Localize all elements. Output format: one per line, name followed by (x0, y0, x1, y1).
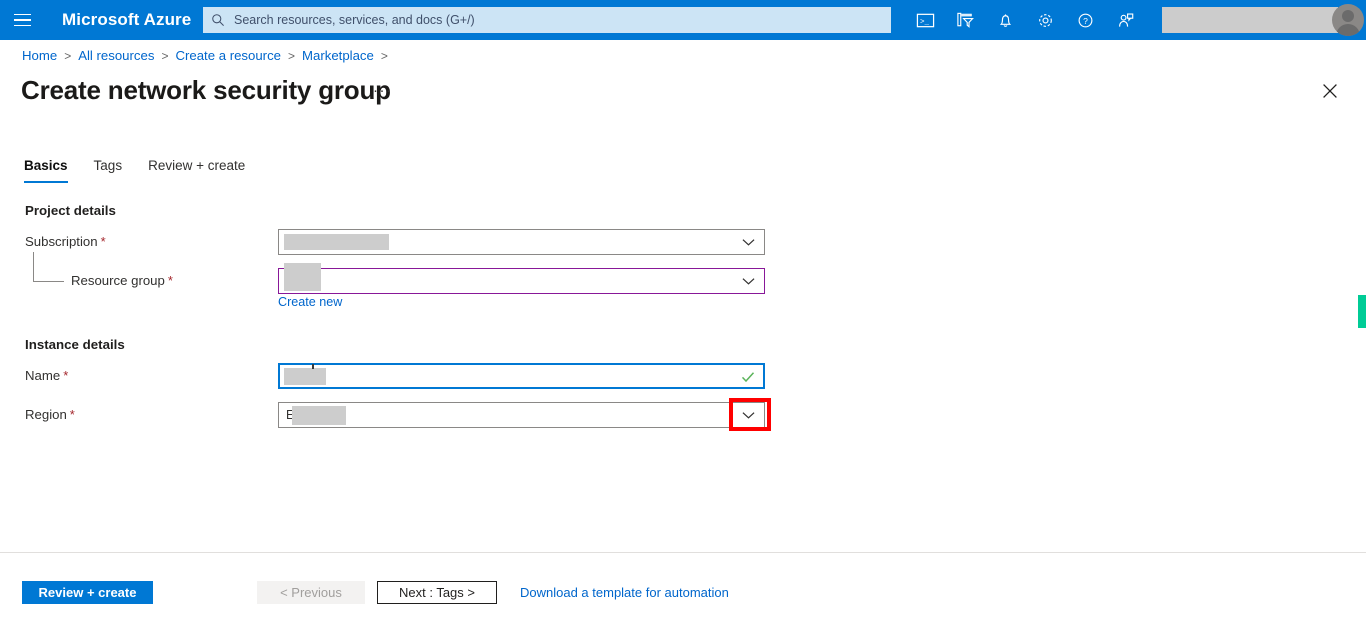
hamburger-icon[interactable] (0, 0, 44, 40)
more-actions-button[interactable]: ··· (373, 83, 393, 98)
name-input[interactable] (278, 363, 765, 389)
chevron-down-icon[interactable] (733, 403, 763, 427)
breadcrumb-item-create-a-resource[interactable]: Create a resource (175, 48, 281, 63)
project-details-header: Project details (25, 203, 116, 218)
global-search-box[interactable] (203, 7, 891, 33)
breadcrumb-separator: > (161, 48, 169, 63)
help-question-icon[interactable]: ? (1065, 0, 1105, 40)
directory-filter-icon[interactable] (945, 0, 985, 40)
right-edge-green-marker (1358, 295, 1366, 328)
svg-text:?: ? (1083, 15, 1088, 25)
name-text-cursor (312, 364, 314, 369)
brand-title[interactable]: Microsoft Azure (62, 10, 191, 30)
subscription-label-text: Subscription (25, 234, 98, 249)
subscription-dropdown[interactable] (278, 229, 765, 255)
top-navigation-bar: Microsoft Azure >_ (0, 0, 1366, 40)
notifications-bell-icon[interactable] (985, 0, 1025, 40)
create-new-resource-group-link[interactable]: Create new (278, 295, 342, 309)
required-marker: * (63, 368, 69, 383)
breadcrumb-separator-trailing: > (380, 48, 388, 63)
resource-group-label-text: Resource group (71, 273, 165, 288)
name-redaction (284, 368, 326, 385)
footer-divider (0, 552, 1366, 553)
page-title: Create network security group (21, 75, 391, 105)
review-create-button[interactable]: Review + create (22, 581, 153, 604)
required-marker: * (100, 234, 106, 249)
region-redaction (292, 406, 346, 425)
region-label-text: Region (25, 407, 67, 422)
top-bar-icon-group: >_ ? (905, 0, 1145, 40)
resource-group-label: Resource group * (71, 273, 173, 288)
next-tags-button[interactable]: Next : Tags > (377, 581, 497, 604)
download-template-link[interactable]: Download a template for automation (520, 585, 729, 600)
breadcrumb-separator: > (64, 48, 72, 63)
account-info-redacted (1162, 7, 1338, 33)
breadcrumb-item-all-resources[interactable]: All resources (78, 48, 154, 63)
chevron-down-icon[interactable] (733, 269, 763, 293)
settings-gear-icon[interactable] (1025, 0, 1065, 40)
required-marker: * (69, 407, 75, 422)
breadcrumb-item-marketplace[interactable]: Marketplace (302, 48, 374, 63)
previous-button[interactable]: < Previous (257, 581, 365, 604)
resource-group-dropdown[interactable] (278, 263, 765, 294)
svg-text:>_: >_ (919, 18, 929, 26)
chevron-down-icon[interactable] (733, 230, 763, 254)
search-input[interactable] (232, 9, 852, 31)
breadcrumb-separator: > (288, 48, 296, 63)
resource-group-tree-connector (33, 252, 64, 282)
name-label: Name * (25, 368, 68, 383)
subscription-label: Subscription * (25, 234, 106, 249)
cloud-shell-icon[interactable]: >_ (905, 0, 945, 40)
breadcrumb-item-home[interactable]: Home (22, 48, 57, 63)
required-marker: * (167, 273, 173, 288)
tab-basics[interactable]: Basics (24, 158, 68, 183)
breadcrumb: Home > All resources > Create a resource… (22, 48, 395, 63)
subscription-redaction (284, 234, 389, 250)
region-dropdown[interactable]: E (278, 402, 765, 428)
tab-tags[interactable]: Tags (94, 158, 123, 183)
name-label-text: Name (25, 368, 61, 383)
instance-details-header: Instance details (25, 337, 125, 352)
tab-review-create[interactable]: Review + create (148, 158, 245, 183)
resource-group-redaction (284, 263, 321, 291)
close-icon[interactable] (1316, 77, 1344, 105)
feedback-person-icon[interactable] (1105, 0, 1145, 40)
avatar[interactable] (1332, 4, 1364, 36)
search-icon (211, 13, 225, 27)
region-label: Region * (25, 407, 75, 422)
tab-bar: Basics Tags Review + create (24, 158, 271, 183)
valid-check-icon (741, 370, 755, 384)
